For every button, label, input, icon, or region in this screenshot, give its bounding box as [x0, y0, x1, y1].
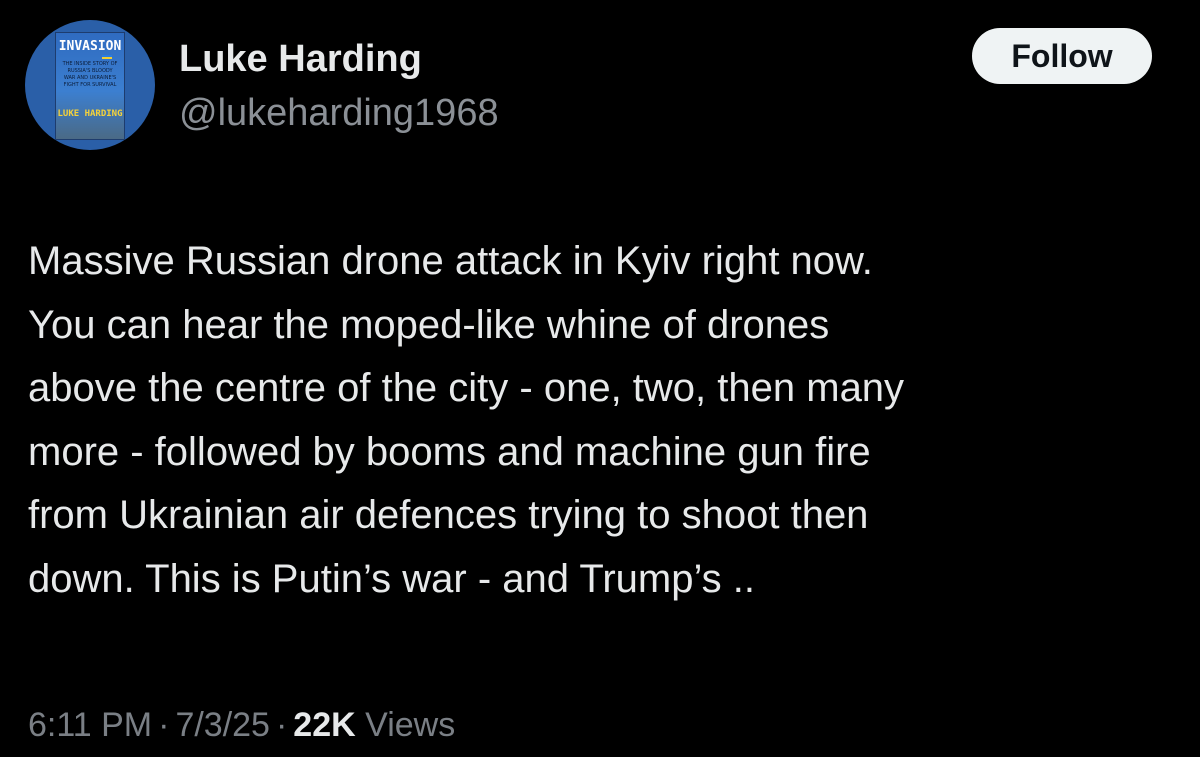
meta-separator: ·: [275, 706, 288, 744]
book-cover-subtitle: The inside story of Russia's bloody war …: [62, 61, 118, 88]
book-cover-author: LUKE HARDING: [57, 109, 123, 119]
tweet-time[interactable]: 6:11 PM: [28, 706, 152, 744]
book-cover-title: INVASION: [58, 39, 122, 54]
views-label: Views: [365, 706, 456, 744]
author-display-name[interactable]: Luke Harding: [179, 38, 422, 81]
tweet-body: Massive Russian drone attack in Kyiv rig…: [28, 239, 905, 601]
author-handle[interactable]: @lukeharding1968: [179, 92, 499, 135]
follow-button[interactable]: Follow: [972, 28, 1152, 84]
author-avatar[interactable]: INVASION The inside story of Russia's bl…: [25, 20, 155, 150]
tweet-meta: 6:11 PM · 7/3/25 · 22K Views: [28, 706, 455, 745]
tweet-date[interactable]: 7/3/25: [175, 706, 270, 744]
flag-icon: [102, 55, 112, 59]
tweet-card: INVASION The inside story of Russia's bl…: [0, 0, 1200, 757]
book-cover-image: INVASION The inside story of Russia's bl…: [55, 32, 125, 140]
meta-separator: ·: [158, 706, 170, 744]
views-count: 22K: [293, 706, 356, 744]
